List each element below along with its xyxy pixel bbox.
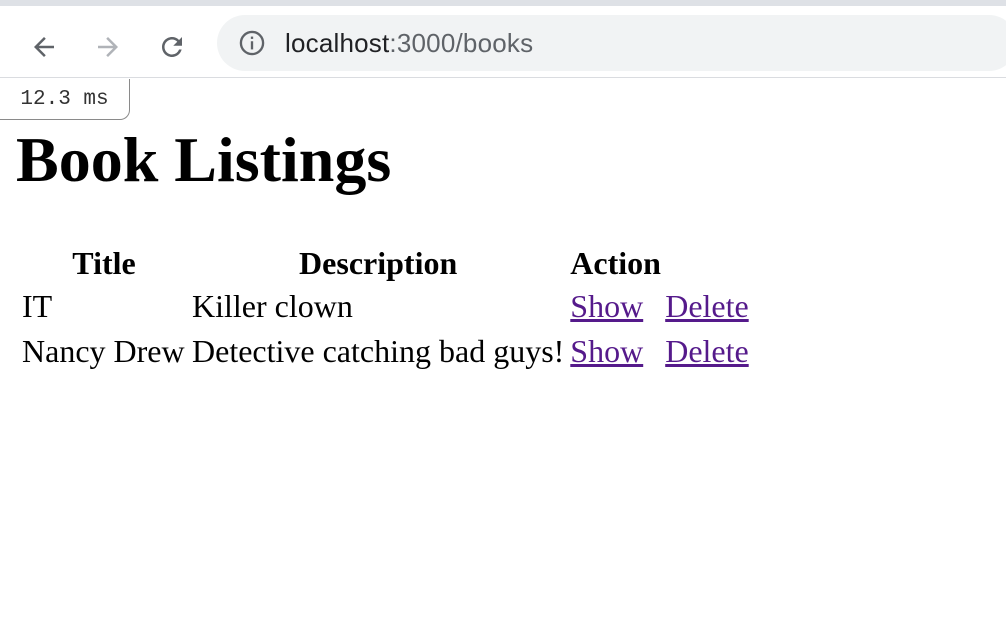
row-actions: Show Delete: [570, 331, 748, 372]
reload-button[interactable]: [152, 27, 192, 67]
row-description: Detective catching bad guys!: [192, 333, 565, 369]
url-host: localhost: [285, 27, 390, 58]
table-row: Nancy Drew Detective catching bad guys! …: [22, 331, 749, 372]
url-path: :3000/books: [389, 27, 534, 58]
show-link[interactable]: Show: [570, 333, 643, 369]
browser-toolbar: localhost:3000/books: [0, 6, 1006, 78]
books-table: Title Description Action IT Killer clown…: [16, 240, 755, 376]
row-description: Killer clown: [192, 288, 353, 324]
delete-link[interactable]: Delete: [665, 288, 749, 324]
reload-icon: [162, 37, 182, 57]
profiler-badge[interactable]: 12.3 ms: [0, 79, 130, 120]
address-url[interactable]: localhost:3000/books: [285, 28, 533, 59]
row-title: IT: [22, 288, 53, 324]
header-description: Description: [299, 245, 458, 281]
profiler-timing: 12.3 ms: [20, 87, 109, 111]
page-title: Book Listings: [16, 124, 392, 195]
table-header-row: Title Description Action: [22, 244, 749, 282]
back-button[interactable]: [24, 27, 64, 67]
arrow-right-icon: [98, 37, 118, 57]
table-row: IT Killer clown Show Delete: [22, 286, 749, 327]
row-actions: Show Delete: [570, 286, 748, 327]
header-title: Title: [72, 245, 136, 281]
info-icon[interactable]: [237, 28, 267, 58]
show-link[interactable]: Show: [570, 288, 643, 324]
header-action: Action: [570, 245, 661, 281]
arrow-left-icon: [34, 37, 54, 57]
delete-link[interactable]: Delete: [665, 333, 749, 369]
row-title: Nancy Drew: [22, 333, 185, 369]
address-bar[interactable]: localhost:3000/books: [217, 15, 1006, 71]
forward-button[interactable]: [88, 27, 128, 67]
